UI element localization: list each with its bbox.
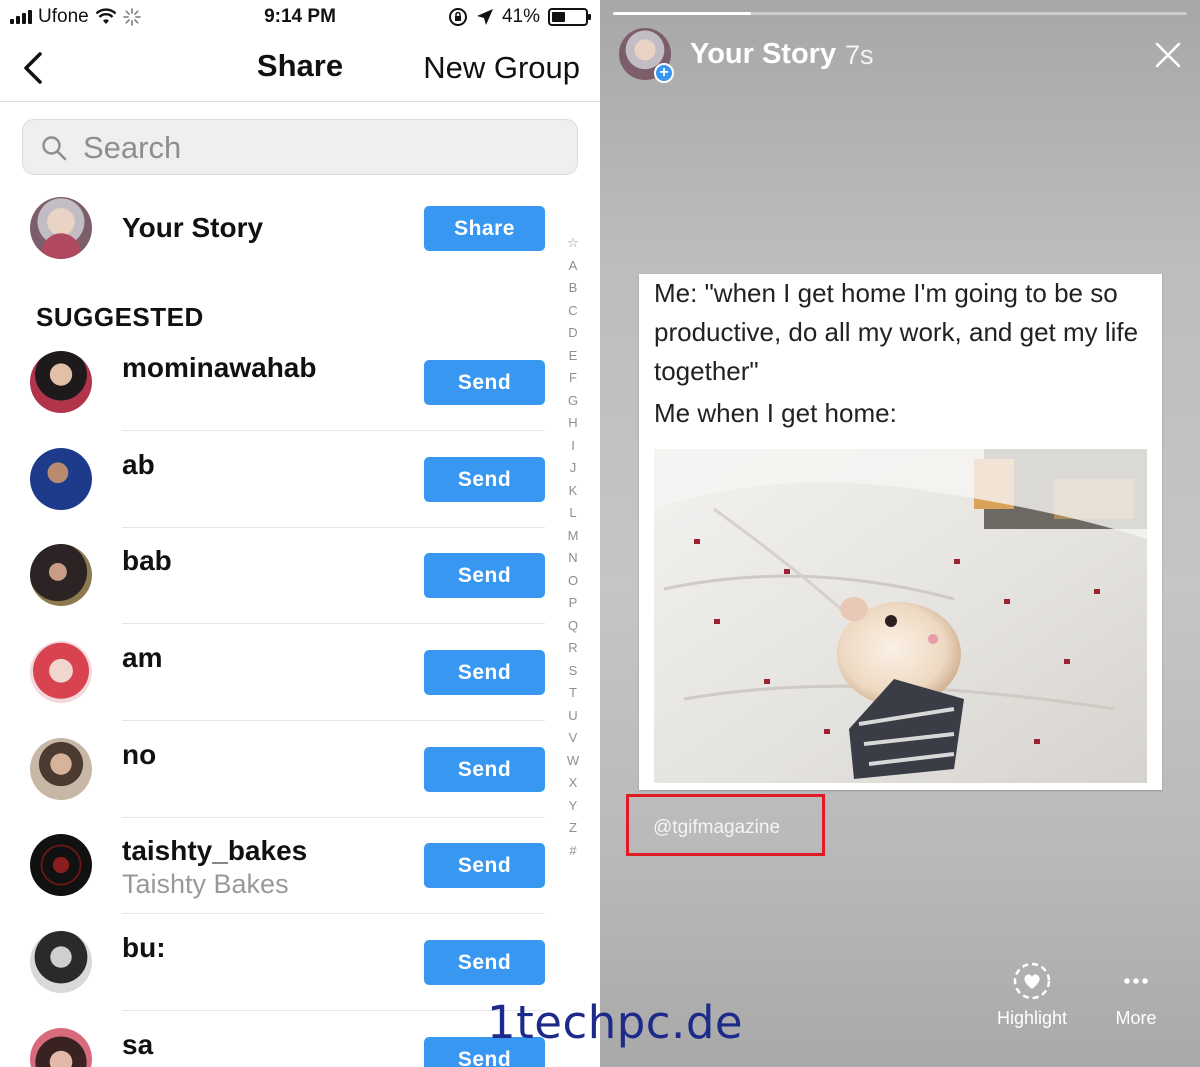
contact-row[interactable]: am Send <box>0 624 600 721</box>
index-letter[interactable]: J <box>570 457 577 480</box>
avatar <box>30 641 92 703</box>
heart-circle-icon <box>1013 962 1051 1000</box>
index-letter[interactable]: L <box>569 502 576 525</box>
nav-bar: Share New Group <box>0 34 600 102</box>
contact-fullname: Taishty Bakes <box>122 869 289 899</box>
index-letter[interactable]: # <box>569 840 576 863</box>
index-letter[interactable]: M <box>568 525 579 548</box>
contact-username: mominawahab <box>122 352 317 383</box>
share-button[interactable]: Share <box>424 206 545 251</box>
status-bar: Ufone 9:14 PM 41% <box>0 0 600 34</box>
index-letter[interactable]: Q <box>568 615 578 638</box>
index-letter[interactable]: Y <box>569 795 578 818</box>
send-button[interactable]: Send <box>424 940 545 985</box>
mention-highlight-box[interactable]: @tgifmagazine <box>626 794 825 856</box>
orientation-lock-icon <box>448 8 467 26</box>
avatar <box>30 931 92 993</box>
meme-caption-line1: Me: "when I get home I'm going to be so … <box>654 278 1139 386</box>
contact-row[interactable]: bab Send <box>0 527 600 624</box>
avatar <box>30 738 92 800</box>
story-progress-bar <box>613 12 751 15</box>
index-letter[interactable]: ☆ <box>567 232 579 255</box>
send-button[interactable]: Send <box>424 650 545 695</box>
close-icon[interactable] <box>1153 40 1183 70</box>
new-group-button[interactable]: New Group <box>423 50 580 86</box>
index-letter[interactable]: W <box>567 750 579 773</box>
hamster-photo <box>654 449 1147 783</box>
avatar <box>30 197 92 259</box>
avatar <box>30 1028 92 1067</box>
search-icon <box>42 136 67 161</box>
contact-row[interactable]: mominawahab Send <box>0 334 600 431</box>
highlight-button[interactable]: Highlight <box>977 960 1087 1029</box>
contact-row[interactable]: taishty_bakes Taishty Bakes Send <box>0 817 600 914</box>
index-letter[interactable]: K <box>569 480 578 503</box>
avatar <box>30 448 92 510</box>
contact-username: no <box>122 739 157 770</box>
index-letter[interactable]: E <box>569 345 578 368</box>
contact-username: taishty_bakes <box>122 835 308 866</box>
index-letter[interactable]: I <box>571 435 575 458</box>
index-letter[interactable]: P <box>569 592 578 615</box>
suggested-header: SUGGESTED <box>36 302 204 332</box>
index-letter[interactable]: R <box>568 637 577 660</box>
send-button[interactable]: Send <box>424 360 545 405</box>
index-letter[interactable]: U <box>568 705 577 728</box>
index-letter[interactable]: C <box>568 300 577 323</box>
index-letter[interactable]: N <box>568 547 577 570</box>
highlight-label: Highlight <box>996 1008 1068 1028</box>
index-letter[interactable]: T <box>569 682 577 705</box>
watermark: 1techpc.de <box>487 996 744 1049</box>
index-letter[interactable]: B <box>569 277 578 300</box>
index-letter[interactable]: G <box>568 390 578 413</box>
more-button[interactable]: More <box>1081 960 1191 1029</box>
shared-post-card[interactable]: Me: "when I get home I'm going to be so … <box>639 274 1162 790</box>
your-story-label: Your Story <box>122 212 264 243</box>
index-letter[interactable]: O <box>568 570 578 593</box>
contact-row[interactable]: ab Send <box>0 431 600 528</box>
search-bar[interactable] <box>22 119 578 175</box>
alphabet-index[interactable]: ☆ A B C D E F G H I J K L M N O P Q R S T U V W X Y Z # <box>562 232 584 862</box>
index-letter[interactable]: X <box>569 772 578 795</box>
index-letter[interactable]: H <box>568 412 577 435</box>
add-story-plus-icon[interactable]: + <box>654 63 674 83</box>
index-letter[interactable]: F <box>569 367 577 390</box>
more-dots-icon <box>1124 978 1148 984</box>
more-label: More <box>1115 1008 1157 1028</box>
battery-percent: 41% <box>501 6 540 27</box>
meme-caption-line2: Me when I get home: <box>654 398 897 428</box>
story-progress-track <box>613 12 1187 15</box>
send-button[interactable]: Send <box>424 747 545 792</box>
contact-username: bu: <box>122 932 166 963</box>
story-title: Your Story <box>690 38 837 70</box>
index-letter[interactable]: D <box>568 322 577 345</box>
index-letter[interactable]: Z <box>569 817 577 840</box>
story-elapsed: 7s <box>845 40 874 70</box>
contact-username: sa <box>122 1029 154 1060</box>
location-arrow-icon <box>476 9 493 25</box>
send-button[interactable]: Send <box>424 553 545 598</box>
mention-tag[interactable]: @tgifmagazine <box>653 817 780 839</box>
search-input[interactable] <box>83 128 563 168</box>
avatar <box>30 544 92 606</box>
avatar <box>30 834 92 896</box>
contact-username: ab <box>122 449 155 480</box>
battery-icon <box>548 8 591 26</box>
index-letter[interactable]: A <box>569 255 578 278</box>
share-panel: Ufone 9:14 PM 41% Share New Group Your S… <box>0 0 600 1067</box>
avatar <box>30 351 92 413</box>
index-letter[interactable]: S <box>569 660 578 683</box>
story-viewer[interactable]: + Your Story 7s Me: "when I get home I'm… <box>600 0 1200 1067</box>
index-letter[interactable]: V <box>569 727 578 750</box>
contact-username: am <box>122 642 163 673</box>
contact-username: bab <box>122 545 172 576</box>
battery-fill <box>552 12 566 22</box>
status-right-group: 41% <box>448 6 591 28</box>
send-button[interactable]: Send <box>424 457 545 502</box>
send-button[interactable]: Send <box>424 843 545 888</box>
contact-row[interactable]: no Send <box>0 721 600 818</box>
